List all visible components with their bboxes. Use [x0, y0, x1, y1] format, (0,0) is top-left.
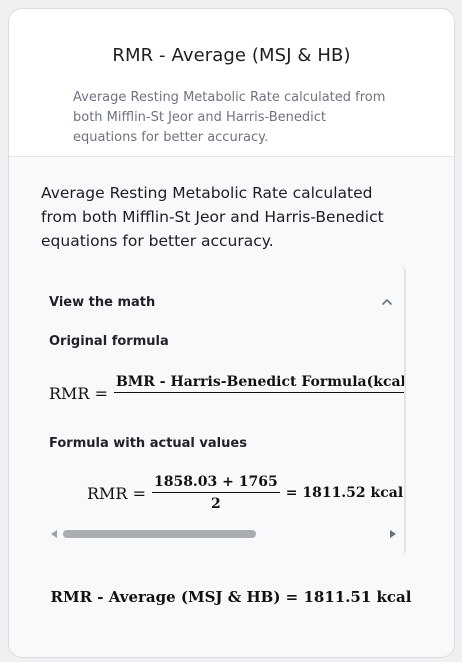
horizontal-scrollbar[interactable] — [51, 527, 396, 541]
result-formula: RMR - Average (MSJ & HB) = 1811.51 kcal — [50, 588, 412, 606]
scrollbar-thumb[interactable] — [63, 530, 256, 538]
original-formula-numerator: BMR - Harris-Benedict Formula(kcal) + BM… — [115, 374, 406, 390]
card-title: RMR - Average (MSJ & HB) — [112, 45, 351, 66]
scroll-left-icon[interactable] — [51, 530, 57, 538]
scroll-right-icon[interactable] — [390, 530, 396, 538]
description-text: Average Resting Metabolic Rate calculate… — [41, 184, 384, 250]
original-formula: RMR = BMR - Harris-Benedict Formula(kcal… — [49, 374, 406, 412]
actual-formula-denominator: 2 — [210, 496, 221, 512]
view-math-label: View the math — [49, 294, 156, 310]
original-formula-fraction: BMR - Harris-Benedict Formula(kcal) + BM… — [113, 374, 406, 412]
scrollbar-track[interactable] — [63, 530, 384, 538]
actual-formula-lhs: RMR = — [87, 483, 146, 503]
actual-formula-result: = 1811.52 kcal — [285, 485, 404, 501]
card-header: RMR - Average (MSJ & HB) Average Resting… — [9, 9, 454, 157]
original-formula-label: Original formula — [49, 334, 169, 349]
actual-formula-numerator: 1858.03 + 1765 — [153, 474, 278, 490]
card-description: Average Resting Metabolic Rate calculate… — [73, 90, 386, 145]
view-math-toggle[interactable]: View the math — [49, 292, 394, 312]
math-panel: View the math Original formula RMR = BMR… — [39, 266, 406, 556]
fraction-bar — [113, 392, 404, 393]
chevron-up-icon — [382, 299, 392, 305]
actual-formula-fraction: 1858.03 + 1765 2 — [151, 474, 280, 512]
actual-formula: RMR = 1858.03 + 1765 2 = 1811.52 kcal — [87, 474, 403, 512]
original-formula-lhs: RMR = — [49, 383, 108, 403]
actual-values-label: Formula with actual values — [49, 436, 247, 451]
